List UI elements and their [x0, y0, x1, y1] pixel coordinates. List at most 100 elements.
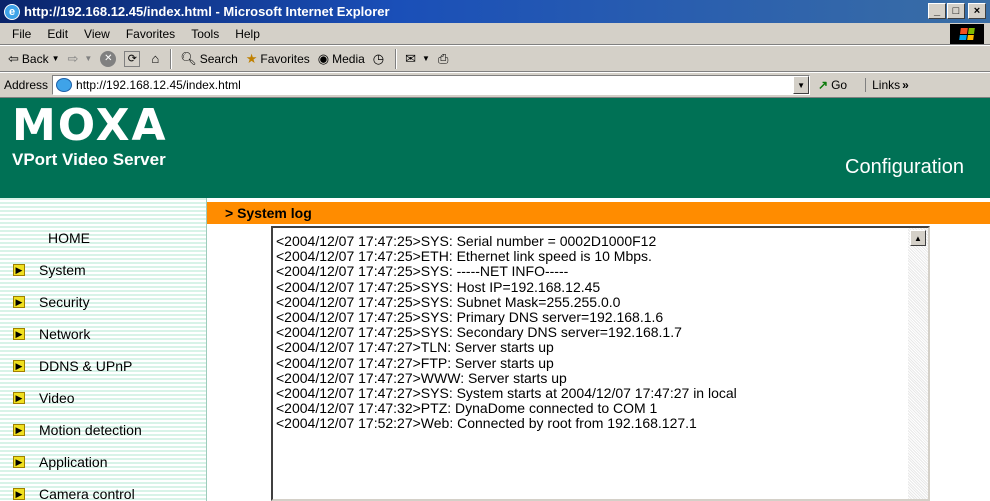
scroll-up-button[interactable]: ▲: [910, 230, 926, 246]
back-button[interactable]: ⇦ Back ▼: [4, 48, 64, 70]
go-arrow-icon: ↗: [818, 78, 829, 92]
arrow-right-icon: ▶: [13, 488, 25, 500]
sidebar-item-video[interactable]: ▶ Video: [0, 382, 207, 414]
arrow-right-icon: ▶: [13, 392, 25, 404]
arrow-right-icon: ▶: [13, 424, 25, 436]
page-header: MOXA VPort Video Server Configuration: [0, 98, 990, 198]
toolbar-separator: [170, 48, 173, 69]
print-icon: ⎙: [437, 50, 449, 66]
system-log-textarea[interactable]: <2004/12/07 17:47:25>SYS: Serial number …: [271, 226, 930, 501]
sidebar-item-security[interactable]: ▶ Security: [0, 286, 207, 318]
mail-button[interactable]: ✉ ▼: [401, 48, 434, 70]
log-line: <2004/12/07 17:47:25>SYS: Serial number …: [276, 234, 657, 249]
favorites-label: Favorites: [260, 51, 310, 66]
sidebar-item-camera-control[interactable]: ▶ Camera control: [0, 478, 207, 501]
address-dropdown-button[interactable]: ▼: [793, 76, 810, 94]
log-line: <2004/12/07 17:47:27>TLN: Server starts …: [276, 340, 554, 356]
log-lines: <2004/12/07 17:47:25>SYS: Serial number …: [276, 234, 906, 431]
section-title: Configuration: [845, 156, 964, 178]
sidebar-nav: HOME ▶ System ▶ Security ▶ Network ▶ DDN…: [0, 198, 207, 501]
product-name: VPort Video Server: [12, 150, 166, 169]
maximize-button[interactable]: □: [947, 3, 965, 19]
address-label: Address: [4, 78, 49, 92]
favorites-button[interactable]: ★ Favorites: [242, 48, 314, 70]
go-label: Go: [831, 78, 848, 92]
menu-favorites[interactable]: Favorites: [118, 27, 183, 41]
log-line: <2004/12/07 17:47:25>SYS: Subnet Mask=25…: [276, 294, 621, 310]
log-line: <2004/12/07 17:47:27>WWW: Server starts …: [276, 370, 567, 386]
search-label: Search: [199, 51, 238, 66]
sidebar-item-label: HOME: [48, 230, 90, 246]
chevron-down-icon: ▼: [422, 54, 430, 63]
back-label: Back: [21, 51, 49, 66]
search-button[interactable]: 🔍︎ Search: [176, 48, 242, 70]
page-title: > System log: [207, 202, 990, 224]
moxa-logo: MOXA: [12, 100, 168, 151]
stop-icon: ✕: [100, 50, 117, 67]
menu-edit[interactable]: Edit: [39, 27, 76, 41]
window-title: http://192.168.12.45/index.html - Micros…: [24, 4, 390, 19]
log-line: <2004/12/07 17:47:25>SYS: -----NET INFO-…: [276, 264, 569, 280]
stop-button[interactable]: ✕: [96, 48, 120, 70]
address-bar: Address http://192.168.12.45/index.html …: [0, 72, 990, 98]
home-icon: ⌂: [151, 51, 160, 66]
sidebar-item-label: Network: [39, 326, 91, 342]
print-button[interactable]: ⎙: [434, 48, 455, 70]
address-url: http://192.168.12.45/index.html: [76, 78, 241, 92]
toolbar: ⇦ Back ▼ ⇨ ▼ ✕ ⟳ ⌂ 🔍︎ Search ★ Favorites…: [0, 45, 990, 72]
sidebar-item-network[interactable]: ▶ Network: [0, 318, 207, 350]
log-line: <2004/12/07 17:47:25>SYS: Primary DNS se…: [276, 309, 664, 325]
links-button[interactable]: Links»: [865, 78, 909, 92]
mail-icon: ✉: [405, 50, 417, 66]
windows-logo-icon: [950, 24, 984, 44]
menu-view[interactable]: View: [76, 27, 118, 41]
sidebar-item-label: DDNS & UPnP: [39, 358, 133, 374]
sidebar-item-application[interactable]: ▶ Application: [0, 446, 207, 478]
sidebar-item-motion-detection[interactable]: ▶ Motion detection: [0, 414, 207, 446]
menu-bar: File Edit View Favorites Tools Help: [0, 23, 990, 45]
window-title-bar[interactable]: e http://192.168.12.45/index.html - Micr…: [0, 0, 990, 23]
chevron-right-icon: »: [902, 78, 909, 92]
forward-button[interactable]: ⇨ ▼: [64, 48, 97, 70]
refresh-icon: ⟳: [124, 50, 141, 67]
history-icon: ◷: [372, 50, 385, 66]
sidebar-item-label: Security: [39, 294, 90, 310]
sidebar-item-label: Application: [39, 454, 108, 470]
arrow-right-icon: ▶: [13, 264, 25, 276]
links-label: Links: [872, 78, 901, 92]
refresh-button[interactable]: ⟳: [120, 48, 147, 70]
address-input[interactable]: http://192.168.12.45/index.html ▼: [52, 75, 811, 95]
close-button[interactable]: ×: [968, 3, 986, 19]
chevron-down-icon: ▼: [51, 54, 60, 63]
sidebar-item-home[interactable]: HOME: [0, 222, 207, 254]
chevron-down-icon: ▼: [84, 54, 93, 63]
media-label: Media: [332, 51, 365, 66]
arrow-right-icon: ▶: [13, 456, 25, 468]
sidebar-item-label: Motion detection: [39, 422, 142, 438]
toolbar-separator: [395, 48, 398, 69]
history-button[interactable]: ◷: [369, 48, 391, 70]
sidebar-item-label: System: [39, 262, 86, 278]
media-button[interactable]: ◉ Media: [314, 48, 369, 70]
log-line: <2004/12/07 17:47:32>PTZ: DynaDome conne…: [276, 401, 658, 417]
sidebar-item-label: Camera control: [39, 486, 135, 501]
arrow-right-icon: ▶: [13, 360, 25, 372]
window-controls: _ □ ×: [928, 3, 986, 19]
menu-tools[interactable]: Tools: [183, 27, 227, 41]
minimize-button[interactable]: _: [928, 3, 946, 19]
arrow-right-icon: ▶: [13, 296, 25, 308]
log-line: <2004/12/07 17:47:25>SYS: Secondary DNS …: [276, 325, 682, 341]
sidebar-item-system[interactable]: ▶ System: [0, 254, 207, 286]
menu-help[interactable]: Help: [227, 27, 268, 41]
log-scrollbar[interactable]: ▲: [908, 228, 928, 499]
arrow-right-icon: ▶: [13, 328, 25, 340]
home-button[interactable]: ⌂: [147, 48, 166, 70]
favorites-icon: ★: [245, 50, 258, 66]
go-button[interactable]: ↗ Go: [818, 78, 847, 92]
page-icon: [56, 78, 73, 92]
sidebar-item-ddns-upnp[interactable]: ▶ DDNS & UPnP: [0, 350, 207, 382]
menu-file[interactable]: File: [4, 27, 39, 41]
forward-arrow-icon: ⇨: [67, 50, 79, 66]
search-icon: 🔍︎: [180, 50, 197, 66]
back-arrow-icon: ⇦: [8, 50, 19, 66]
